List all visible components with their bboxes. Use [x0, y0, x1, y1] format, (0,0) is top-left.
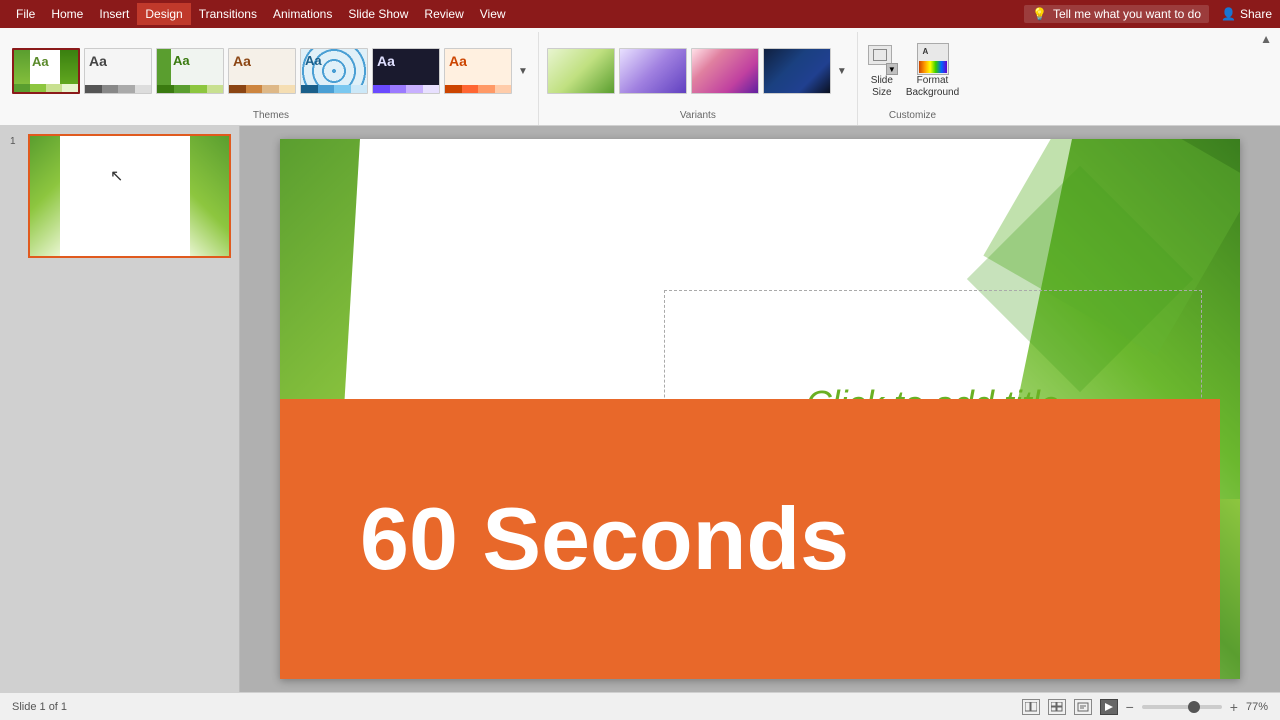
slide-size-label: SlideSize	[871, 75, 893, 99]
slide-number: 1	[10, 136, 16, 147]
zoom-level[interactable]: 77%	[1246, 701, 1268, 713]
status-right: − + 77%	[1022, 699, 1268, 715]
theme-thumb-4[interactable]: Aa	[228, 48, 296, 94]
format-background-label: FormatBackground	[906, 75, 959, 99]
menu-insert[interactable]: Insert	[91, 3, 137, 25]
themes-section: Aa Aa	[4, 32, 539, 125]
orange-overlay: 60 Seconds	[280, 399, 1220, 679]
variants-label: Variants	[547, 110, 849, 125]
customize-items: ▼ SlideSize A FormatBackground	[866, 32, 959, 110]
theme-thumb-1[interactable]: Aa	[12, 48, 80, 94]
theme-thumb-3[interactable]: Aa	[156, 48, 224, 94]
variant-thumb-1[interactable]	[547, 48, 615, 94]
theme-thumb-6[interactable]: Aa	[372, 48, 440, 94]
menu-slideshow[interactable]: Slide Show	[340, 3, 416, 25]
lightbulb-icon: 💡	[1032, 7, 1047, 21]
menu-view[interactable]: View	[472, 3, 514, 25]
cursor-indicator: ↖	[110, 166, 123, 186]
variant-thumb-4[interactable]	[763, 48, 831, 94]
ribbon-collapse-button[interactable]: ▲	[1260, 32, 1272, 46]
slide-sorter-button[interactable]	[1048, 699, 1066, 715]
slideshow-button[interactable]	[1100, 699, 1118, 715]
main-area: 1 ↖ Click t	[0, 126, 1280, 692]
normal-view-button[interactable]	[1022, 699, 1040, 715]
search-bar[interactable]: 💡 Tell me what you want to do	[1024, 5, 1209, 23]
slide-thumb-inner: ↖	[30, 136, 230, 256]
slide-size-button[interactable]: ▼ SlideSize	[866, 43, 898, 99]
slide-canvas: Click to add title subtitle 60 Seconds	[280, 139, 1240, 679]
zoom-slider-thumb[interactable]	[1188, 701, 1200, 713]
search-text: Tell me what you want to do	[1053, 7, 1201, 21]
thumb-green-right	[190, 136, 230, 256]
theme-thumb-7[interactable]: Aa	[444, 48, 512, 94]
themes-scroll-down[interactable]: ▼	[516, 64, 530, 79]
customize-label: Customize	[866, 110, 959, 125]
variants-section: ▼ Variants	[539, 32, 858, 125]
variant-thumb-2[interactable]	[619, 48, 687, 94]
customize-section: ▼ SlideSize A FormatBackground	[858, 32, 967, 125]
zoom-slider[interactable]	[1142, 705, 1222, 709]
theme-thumb-5[interactable]: Aa	[300, 48, 368, 94]
themes-items: Aa Aa	[12, 32, 530, 110]
zoom-out-button[interactable]: −	[1126, 699, 1134, 715]
canvas-area[interactable]: Click to add title subtitle 60 Seconds	[240, 126, 1280, 692]
variant-thumb-3[interactable]	[691, 48, 759, 94]
variants-scroll-down[interactable]: ▼	[835, 64, 849, 79]
reading-view-button[interactable]	[1074, 699, 1092, 715]
slide-thumb-container: 1 ↖	[28, 134, 231, 258]
menu-bar: File Home Insert Design Transitions Anim…	[0, 0, 1280, 28]
ribbon: Aa Aa	[0, 28, 1280, 126]
format-background-button[interactable]: A FormatBackground	[906, 43, 959, 99]
share-button[interactable]: 👤 Share	[1221, 7, 1272, 21]
slide-info: Slide 1 of 1	[12, 701, 67, 713]
themes-label: Themes	[12, 110, 530, 125]
menu-review[interactable]: Review	[416, 3, 471, 25]
ribbon-content: Aa Aa	[0, 28, 1280, 125]
menu-transitions[interactable]: Transitions	[191, 3, 265, 25]
slide-panel: 1 ↖	[0, 126, 240, 692]
variants-items: ▼	[547, 32, 849, 110]
menu-file[interactable]: File	[8, 3, 43, 25]
thumb-green-left	[30, 136, 60, 256]
theme-thumb-2[interactable]: Aa	[84, 48, 152, 94]
overlay-text: 60 Seconds	[360, 488, 849, 590]
status-bar: Slide 1 of 1 − + 77%	[0, 692, 1280, 720]
zoom-in-button[interactable]: +	[1230, 699, 1238, 715]
slide-thumbnail-1[interactable]: ↖	[28, 134, 231, 258]
menu-design[interactable]: Design	[137, 3, 190, 25]
menu-animations[interactable]: Animations	[265, 3, 340, 25]
person-icon: 👤	[1221, 7, 1236, 21]
menu-home[interactable]: Home	[43, 3, 91, 25]
